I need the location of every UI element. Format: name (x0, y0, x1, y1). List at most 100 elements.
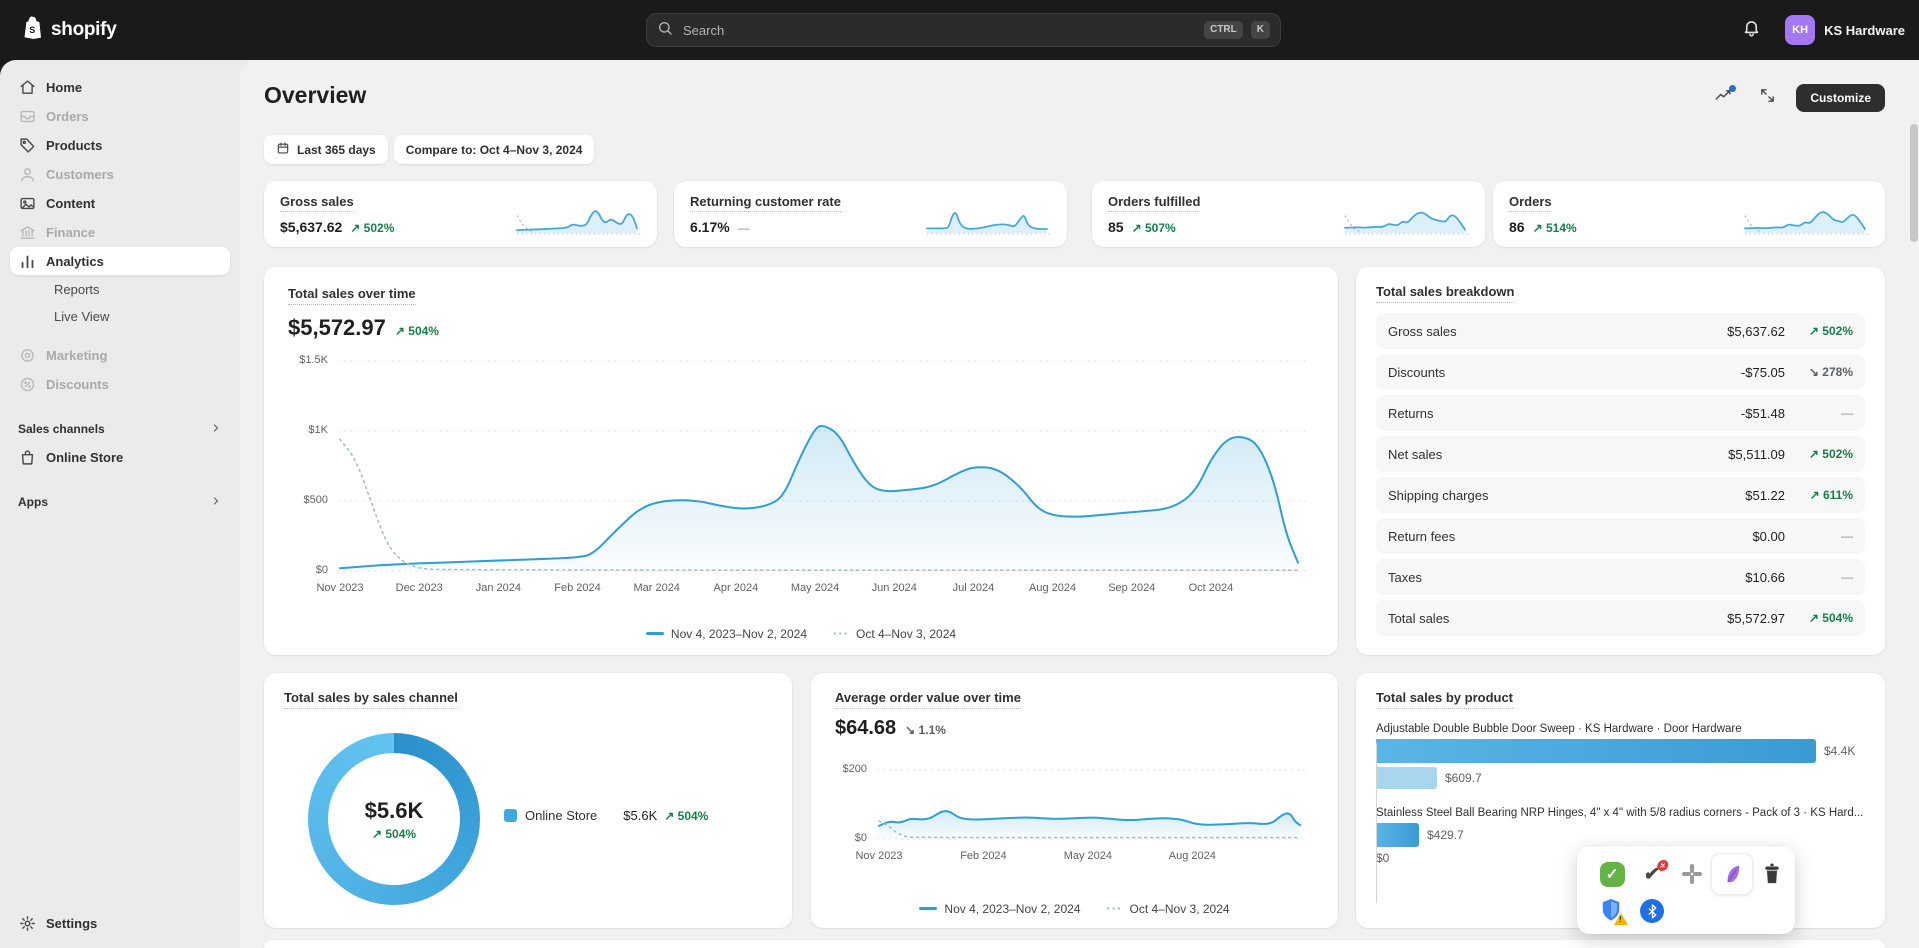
notification-dot (1729, 85, 1736, 92)
sidebar-item-content[interactable]: Content (10, 189, 230, 217)
x-tick-label: Jul 2024 (933, 582, 1013, 594)
vpn-red-badge-icon[interactable]: ✔✕ (1639, 861, 1665, 887)
metric-value: 85 (1108, 219, 1124, 235)
global-search[interactable]: CTRL K (646, 13, 1281, 47)
store-avatar: KH (1785, 15, 1815, 45)
metric-card-orders[interactable]: Orders 86 ↗ 514% (1493, 181, 1885, 247)
breakdown-row[interactable]: Discounts -$75.05 ↘ 278% (1376, 354, 1865, 390)
metric-label: Orders fulfilled (1108, 194, 1200, 212)
aov-delta: ↘ 1.1% (905, 723, 946, 737)
shopify-logo[interactable]: S shopify (20, 15, 116, 46)
sidebar-item-online-store[interactable]: Online Store (10, 443, 230, 471)
sidebar-item-orders: Orders (10, 102, 230, 130)
legend-label: Nov 4, 2023–Nov 2, 2024 (671, 627, 807, 641)
search-input[interactable] (681, 22, 1196, 39)
total-sales-line-chart: $1.5K$1K$500$0Nov 2023Dec 2023Jan 2024Fe… (288, 355, 1314, 601)
metric-value: 86 (1509, 219, 1525, 235)
orders-icon (18, 107, 36, 125)
scrollbar-thumb[interactable] (1910, 124, 1918, 242)
sidebar-item-products[interactable]: Products (10, 131, 230, 159)
compare-to-button[interactable]: Compare to: Oct 4–Nov 3, 2024 (394, 135, 595, 164)
dotted-line-marker: ··· (1107, 901, 1123, 916)
bar-value-label: $0 (1376, 851, 1389, 865)
y-tick-label: $1.5K (288, 354, 328, 366)
product-current-bar[interactable] (1376, 739, 1816, 763)
puzzle-icon[interactable] (1679, 861, 1705, 887)
solid-line-marker (919, 907, 937, 910)
user-icon (18, 165, 36, 183)
metric-label: Returning customer rate (690, 194, 841, 212)
svg-text:S: S (29, 25, 35, 35)
sidebar-item-reports[interactable]: Reports (10, 276, 230, 303)
tag-icon (18, 136, 36, 154)
app-panel: Home Orders Products Customers Content F… (0, 60, 1919, 948)
browser-extensions-popup: ✓ ✔✕ (1577, 846, 1795, 934)
legend-label: Oct 4–Nov 3, 2024 (856, 627, 956, 641)
sidebar-item-settings[interactable]: Settings (10, 909, 230, 937)
search-icon (657, 20, 673, 41)
sparkline-chart (515, 193, 643, 237)
shield-warning-icon[interactable] (1599, 897, 1625, 923)
x-tick-label: Jan 2024 (458, 582, 538, 594)
metric-delta: ↗ 514% (1533, 221, 1577, 235)
sidebar-item-label: Discounts (46, 377, 109, 392)
apps-section[interactable]: Apps (10, 489, 230, 515)
scrollbar[interactable] (1910, 122, 1918, 946)
breakdown-row[interactable]: Total sales $5,572.97 ↗ 504% (1376, 600, 1865, 636)
metric-value: 6.17% (690, 219, 730, 235)
breakdown-row[interactable]: Return fees $0.00 — (1376, 518, 1865, 554)
k-key-hint: K (1251, 21, 1270, 39)
aov-line-chart: $200$0Nov 2023Feb 2024May 2024Aug 2024 (835, 759, 1314, 869)
bar-chart-icon (18, 252, 36, 270)
total-sales-breakdown-card: Total sales breakdown Gross sales $5,637… (1356, 267, 1885, 655)
card-title: Total sales by product (1376, 690, 1513, 709)
approved-check-icon[interactable]: ✓ (1599, 861, 1625, 887)
sidebar-item-label: Settings (46, 916, 97, 931)
metric-card-returning-customer-rate[interactable]: Returning customer rate 6.17% — (674, 181, 1067, 247)
date-range-button[interactable]: Last 365 days (264, 135, 388, 164)
x-tick-label: Feb 2024 (538, 582, 618, 594)
chevron-right-icon (210, 422, 222, 437)
trash-icon[interactable] (1759, 861, 1785, 887)
breakdown-row[interactable]: Gross sales $5,637.62 ↗ 502% (1376, 313, 1865, 349)
product-current-bar[interactable] (1376, 823, 1419, 847)
chevron-right-icon (210, 495, 222, 510)
legend-compare-period: ··· Oct 4–Nov 3, 2024 (833, 626, 956, 641)
insights-button[interactable] (1708, 84, 1738, 112)
bank-icon (18, 223, 36, 241)
y-tick-label: $0 (835, 832, 867, 844)
notifications-button[interactable] (1735, 14, 1767, 46)
x-tick-label: Aug 2024 (1152, 850, 1232, 862)
sidebar-item-marketing: Marketing (10, 341, 230, 369)
sidebar-item-home[interactable]: Home (10, 73, 230, 101)
x-tick-label: Nov 2023 (839, 850, 919, 862)
product-previous-bar[interactable] (1376, 767, 1437, 789)
metric-value: $5,637.62 (280, 219, 342, 235)
breakdown-row[interactable]: Net sales $5,511.09 ↗ 502% (1376, 436, 1865, 472)
breakdown-row[interactable]: Returns -$51.48 — (1376, 395, 1865, 431)
discount-badge-icon (18, 375, 36, 393)
customize-button[interactable]: Customize (1796, 84, 1885, 112)
metric-card-orders-fulfilled[interactable]: Orders fulfilled 85 ↗ 507% (1092, 181, 1485, 247)
store-menu[interactable]: KH KS Hardware (1785, 15, 1905, 45)
channel-swatch (504, 809, 517, 822)
sidebar-item-label: Reports (54, 282, 100, 297)
fullscreen-button[interactable] (1752, 84, 1782, 112)
image-icon (18, 194, 36, 212)
y-tick-label: $500 (288, 494, 328, 506)
sales-channels-section[interactable]: Sales channels (10, 416, 230, 442)
sidebar-item-analytics[interactable]: Analytics (10, 247, 230, 275)
feather-icon[interactable] (1711, 853, 1753, 895)
bluetooth-icon[interactable] (1639, 898, 1665, 924)
metric-card-gross-sales[interactable]: Gross sales $5,637.62 ↗ 502% (264, 181, 657, 247)
sidebar-item-label: Products (46, 138, 102, 153)
sidebar-item-live-view[interactable]: Live View (10, 303, 230, 330)
bars-axis-line (1376, 743, 1377, 903)
channel-legend-item: Online Store (504, 808, 597, 823)
breakdown-row[interactable]: Shipping charges $51.22 ↗ 611% (1376, 477, 1865, 513)
calendar-icon (276, 141, 290, 158)
metric-delta: — (738, 221, 750, 235)
donut-total-value: $5.6K (365, 798, 424, 824)
breakdown-row[interactable]: Taxes $10.66 — (1376, 559, 1865, 595)
x-tick-label: Dec 2023 (379, 582, 459, 594)
